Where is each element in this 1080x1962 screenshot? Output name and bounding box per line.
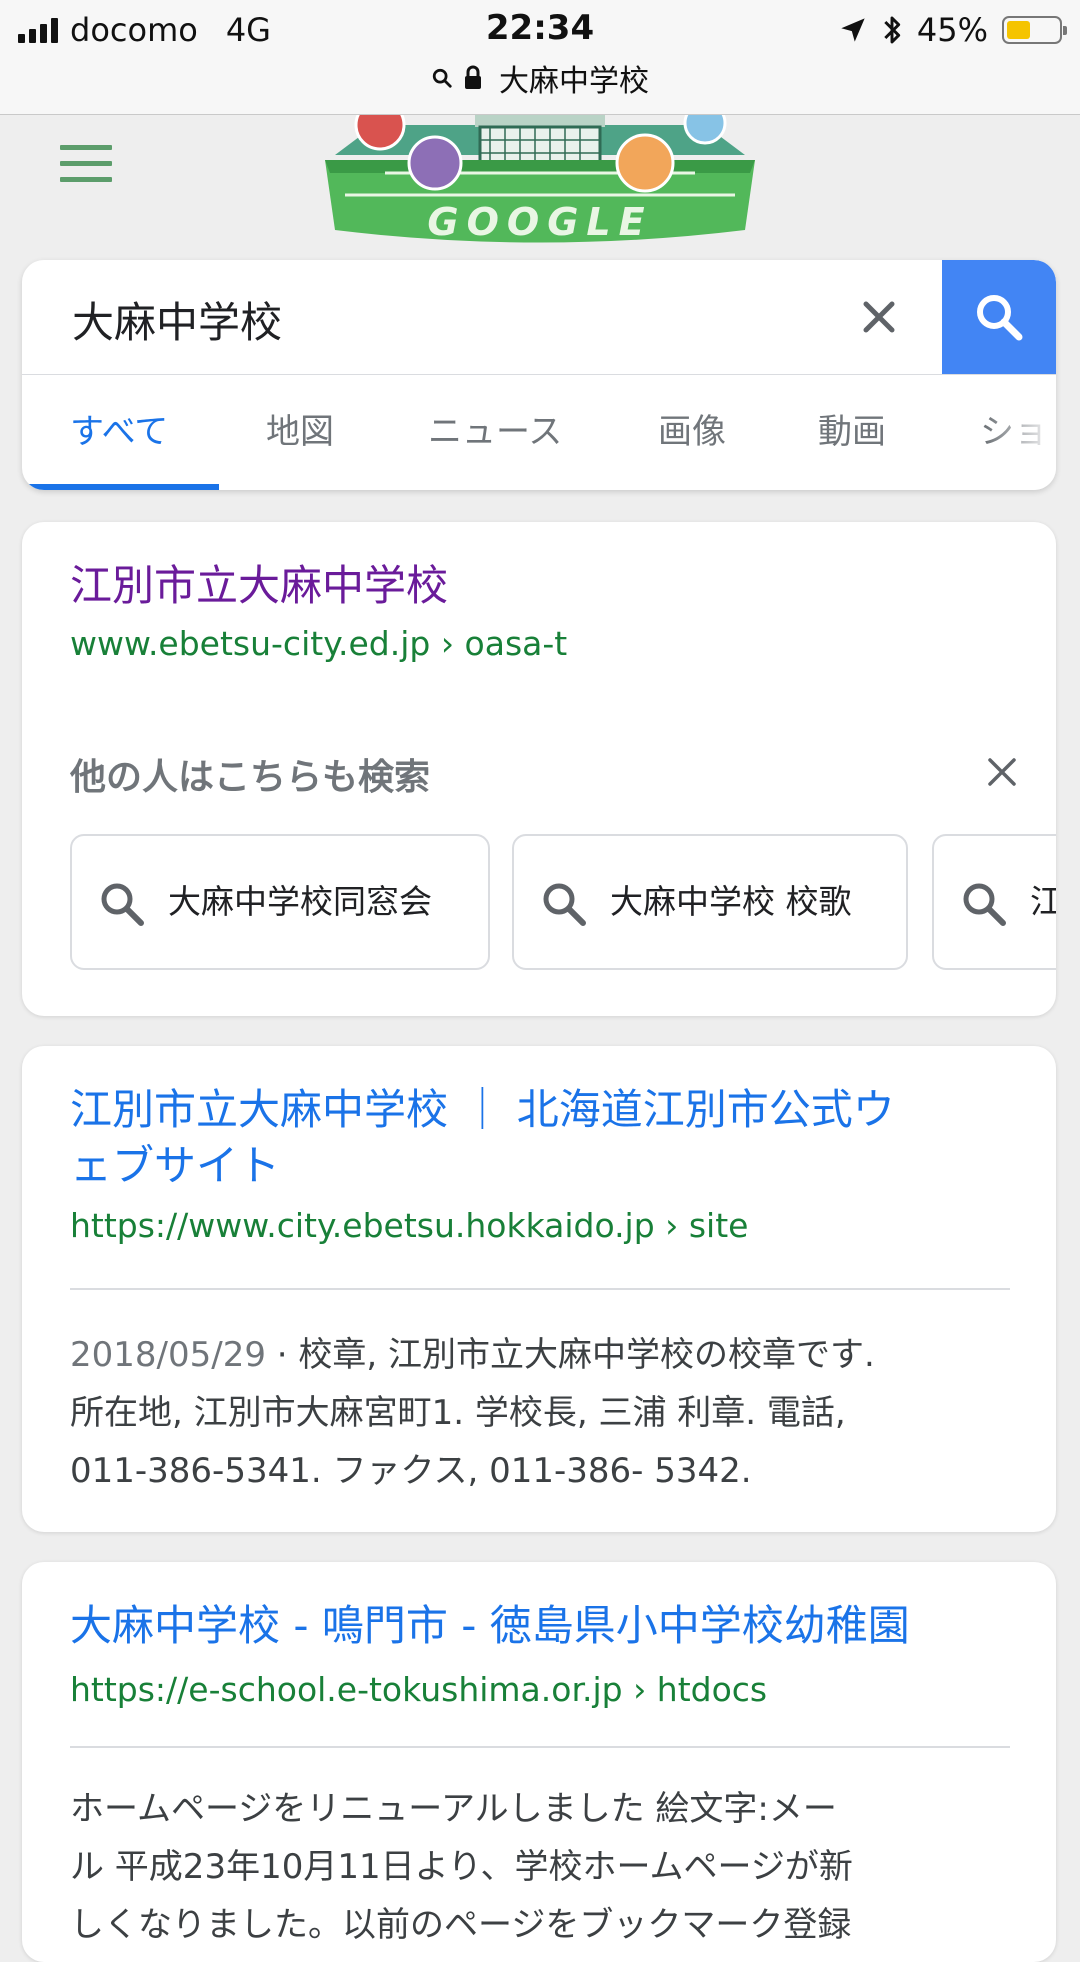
result-url[interactable]: www.ebetsu-city.ed.jp › oasa-t bbox=[70, 624, 567, 663]
tabs-fade-overlay bbox=[986, 375, 1056, 490]
related-search-chip[interactable]: 江 bbox=[932, 834, 1056, 970]
tab-maps[interactable]: 地図 bbox=[266, 375, 334, 490]
google-header: GOOGLE bbox=[0, 115, 1080, 260]
search-card: すべて 地図 ニュース 画像 動画 ショ bbox=[22, 260, 1056, 490]
close-icon bbox=[863, 301, 895, 333]
search-submit-button[interactable] bbox=[942, 260, 1056, 374]
result-divider bbox=[70, 1288, 1010, 1290]
snippet-line: 2018/05/29 · 校章, 江別市立大麻中学校の校章です. bbox=[70, 1326, 1020, 1384]
result-title-link[interactable]: 大麻中学校 - 鳴門市 - 徳島県小中学校幼稚園 bbox=[70, 1598, 910, 1654]
tab-news[interactable]: ニュース bbox=[428, 375, 562, 490]
result-date: 2018/05/29 bbox=[70, 1335, 266, 1375]
lock-icon bbox=[465, 65, 481, 89]
result-snippet: 2018/05/29 · 校章, 江別市立大麻中学校の校章です. 所在地, 江別… bbox=[70, 1326, 1020, 1500]
result-divider bbox=[70, 1746, 1010, 1748]
snippet-line: 所在地, 江別市大麻宮町1. 学校長, 三浦 利章. 電話, bbox=[70, 1393, 846, 1433]
active-tab-indicator bbox=[22, 484, 219, 490]
search-result-card: 大麻中学校 - 鳴門市 - 徳島県小中学校幼稚園 https://e-schoo… bbox=[22, 1562, 1056, 1962]
tab-videos[interactable]: 動画 bbox=[818, 375, 886, 490]
result-title-link[interactable]: 江別市立大麻中学校 ｜ 北海道江別市公式ウ ェブサイト bbox=[70, 1082, 1030, 1194]
search-icon bbox=[101, 883, 144, 926]
dismiss-related-button[interactable] bbox=[982, 752, 1022, 792]
google-doodle-logo[interactable]: GOOGLE bbox=[325, 115, 755, 245]
result-url[interactable]: https://e-school.e-tokushima.or.jp › htd… bbox=[70, 1670, 767, 1709]
hamburger-menu-button[interactable] bbox=[60, 145, 112, 189]
search-icon bbox=[977, 295, 1023, 341]
bluetooth-icon bbox=[884, 16, 901, 44]
chip-label: 大麻中学校 校歌 bbox=[610, 882, 852, 921]
search-icon bbox=[963, 883, 1006, 926]
snippet-line: ホームページをリニューアルしました 絵文字:メー bbox=[70, 1789, 837, 1829]
snippet-text: · 校章, 江別市立大麻中学校の校章です. bbox=[276, 1335, 875, 1375]
tab-all[interactable]: すべて bbox=[70, 375, 168, 490]
search-icon bbox=[432, 68, 452, 88]
battery-percent: 45% bbox=[916, 11, 988, 49]
related-search-chip[interactable]: 大麻中学校 校歌 bbox=[512, 834, 908, 970]
search-bar bbox=[22, 260, 1056, 375]
result-snippet: ホームページをリニューアルしました 絵文字:メー ル 平成23年10月11日より… bbox=[70, 1780, 1020, 1954]
clear-search-button[interactable] bbox=[852, 290, 906, 344]
search-icon bbox=[543, 883, 586, 926]
result-url[interactable]: https://www.city.ebetsu.hokkaido.jp › si… bbox=[70, 1206, 748, 1245]
search-input[interactable] bbox=[70, 288, 834, 350]
battery-icon bbox=[1002, 16, 1067, 44]
chip-label: 大麻中学校同窓会 bbox=[168, 882, 432, 921]
result-title-link[interactable]: 江別市立大麻中学校 bbox=[70, 558, 448, 614]
chip-label: 江 bbox=[1030, 836, 1056, 968]
related-searches-heading: 他の人はこちらも検索 bbox=[70, 757, 431, 798]
search-tabs: すべて 地図 ニュース 画像 動画 ショ bbox=[22, 375, 1056, 490]
svg-text:GOOGLE: GOOGLE bbox=[427, 200, 652, 244]
url-title: 大麻中学校 bbox=[499, 64, 649, 99]
location-arrow-icon bbox=[841, 18, 865, 42]
close-icon bbox=[988, 758, 1016, 786]
snippet-line: 011-386-5341. ファクス, 011-386- 5342. bbox=[70, 1451, 752, 1491]
snippet-line: しくなりました。以前のページをブックマーク登録 bbox=[70, 1905, 852, 1945]
related-search-chip[interactable]: 大麻中学校同窓会 bbox=[70, 834, 490, 970]
address-bar[interactable]: 大麻中学校 bbox=[0, 58, 1080, 99]
status-bar: docomo 4G 22:34 45% 大麻中学校 bbox=[0, 0, 1080, 115]
result-title-line: ェブサイト bbox=[70, 1141, 281, 1190]
result-title-line: 江別市立大麻中学校 ｜ 北海道江別市公式ウ bbox=[70, 1085, 895, 1134]
tab-images[interactable]: 画像 bbox=[658, 375, 726, 490]
search-result-card: 江別市立大麻中学校 ｜ 北海道江別市公式ウ ェブサイト https://www.… bbox=[22, 1046, 1056, 1532]
search-result-card: 江別市立大麻中学校 www.ebetsu-city.ed.jp › oasa-t… bbox=[22, 522, 1056, 1016]
snippet-line: ル 平成23年10月11日より、学校ホームページが新 bbox=[70, 1847, 853, 1887]
status-right: 45% bbox=[839, 10, 1067, 50]
